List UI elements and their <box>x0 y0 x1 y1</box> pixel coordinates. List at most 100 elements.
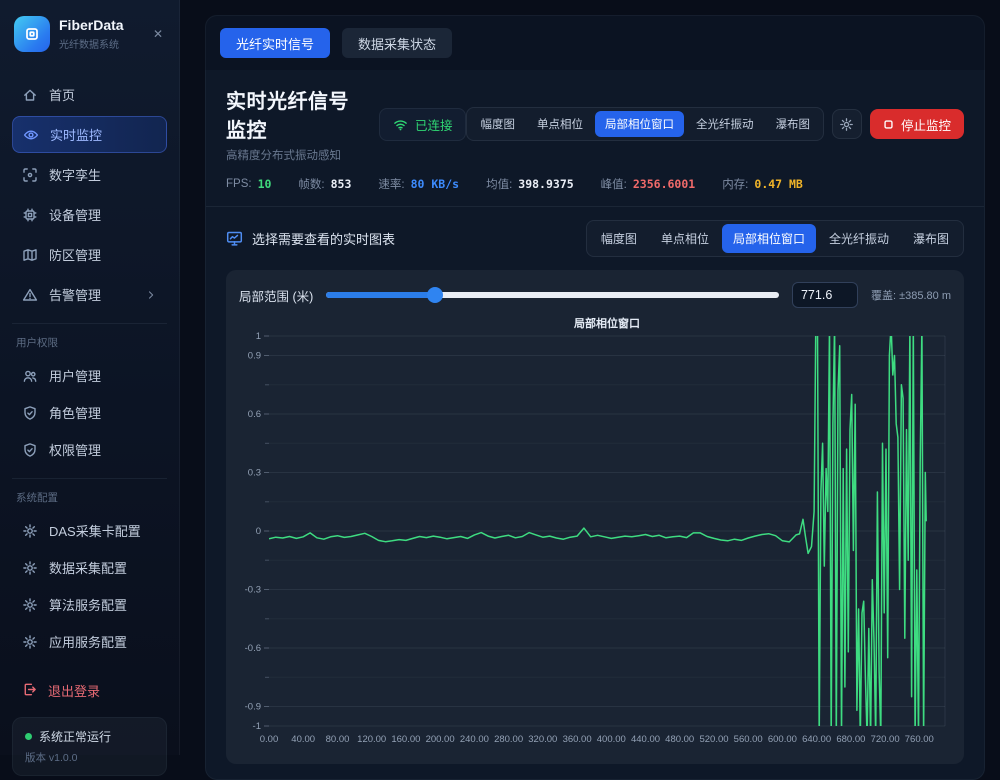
sidebar-section-title: 系统配置 <box>16 490 163 505</box>
app-subtitle: 光纤数据系统 <box>59 36 124 51</box>
tab-数据采集状态[interactable]: 数据采集状态 <box>342 28 452 58</box>
sidebar-item-告警管理[interactable]: 告警管理 <box>12 276 167 313</box>
logout-label: 退出登录 <box>48 681 100 700</box>
sidebar-item-label: 实时监控 <box>50 125 102 144</box>
range-slider-row: 局部范围 (米) 覆盖: ±385.80 m <box>239 280 951 310</box>
view-option-单点相位[interactable]: 单点相位 <box>527 111 593 137</box>
sidebar-item-label: 角色管理 <box>49 403 101 422</box>
stat-label: 帧数: <box>298 176 324 192</box>
svg-text:360.00: 360.00 <box>563 734 592 745</box>
sidebar-item-label: DAS采集卡配置 <box>49 521 141 540</box>
sidebar-item-设备管理[interactable]: 设备管理 <box>12 196 167 233</box>
system-status-card: 系统正常运行 版本 v1.0.0 <box>12 717 167 776</box>
header-actions: 幅度图单点相位局部相位窗口全光纤振动瀑布图 <box>466 107 964 141</box>
map-icon <box>22 247 38 263</box>
view-option-幅度图[interactable]: 幅度图 <box>590 224 648 253</box>
svg-text:-0.3: -0.3 <box>245 585 261 596</box>
sidebar-item-算法服务配置[interactable]: 算法服务配置 <box>12 586 167 623</box>
tab-光纤实时信号[interactable]: 光纤实时信号 <box>220 28 330 58</box>
chip-icon <box>22 207 38 223</box>
svg-text:-0.9: -0.9 <box>245 702 261 713</box>
stat-label: FPS: <box>226 178 252 190</box>
sidebar-item-权限管理[interactable]: 权限管理 <box>12 431 167 468</box>
chart-select-row: 选择需要查看的实时图表 幅度图单点相位局部相位窗口全光纤振动瀑布图 <box>226 220 964 257</box>
title-block: 实时光纤信号监控 高精度分布式振动感知 <box>226 85 363 163</box>
sidebar-item-角色管理[interactable]: 角色管理 <box>12 394 167 431</box>
gear-icon <box>22 523 38 539</box>
coverage-label: 覆盖: ±385.80 m <box>871 287 951 303</box>
svg-text:520.00: 520.00 <box>699 734 728 745</box>
view-option-瀑布图[interactable]: 瀑布图 <box>765 111 820 137</box>
stat-value: 2356.6001 <box>633 177 695 191</box>
sidebar-item-数字孪生[interactable]: 数字孪生 <box>12 156 167 193</box>
app-logo-chip-icon <box>14 16 50 52</box>
svg-text:320.00: 320.00 <box>528 734 557 745</box>
status-text: 系统正常运行 <box>39 728 111 745</box>
stop-monitoring-button[interactable]: 停止监控 <box>870 109 964 139</box>
logout-button[interactable]: 退出登录 <box>12 672 167 709</box>
view-switcher-main: 幅度图单点相位局部相位窗口全光纤振动瀑布图 <box>586 220 964 257</box>
home-icon <box>22 87 38 103</box>
svg-text:0.00: 0.00 <box>260 734 279 745</box>
sidebar-item-应用服务配置[interactable]: 应用服务配置 <box>12 623 167 660</box>
monitor-chart-icon <box>226 230 243 247</box>
stop-icon <box>883 119 894 130</box>
sidebar-item-实时监控[interactable]: 实时监控 <box>12 116 167 153</box>
range-slider[interactable] <box>326 287 779 303</box>
sidebar-item-防区管理[interactable]: 防区管理 <box>12 236 167 273</box>
svg-text:80.00: 80.00 <box>326 734 350 745</box>
alert-icon <box>22 287 38 303</box>
sidebar-item-label: 数据采集配置 <box>49 558 127 577</box>
sidebar-item-用户管理[interactable]: 用户管理 <box>12 357 167 394</box>
logout-icon <box>22 682 37 700</box>
view-option-局部相位窗口[interactable]: 局部相位窗口 <box>722 224 816 253</box>
divider <box>12 323 167 324</box>
view-option-单点相位[interactable]: 单点相位 <box>650 224 720 253</box>
sidebar-close-icon[interactable]: ✕ <box>151 25 165 43</box>
stat-label: 峰值: <box>601 176 627 192</box>
brand-block: FiberData 光纤数据系统 <box>59 17 124 51</box>
view-option-全光纤振动[interactable]: 全光纤振动 <box>686 111 764 137</box>
sidebar-item-label: 数字孪生 <box>49 165 101 184</box>
sidebar-item-label: 设备管理 <box>49 205 101 224</box>
slider-thumb[interactable] <box>427 287 443 303</box>
sidebar-item-首页[interactable]: 首页 <box>12 76 167 113</box>
connection-badge: 已连接 <box>379 108 467 141</box>
svg-text:局部相位窗口: 局部相位窗口 <box>573 316 640 330</box>
divider <box>206 206 984 207</box>
svg-text:-1: -1 <box>253 721 261 732</box>
header-row: 实时光纤信号监控 高精度分布式振动感知 已连接 幅度图单点相位局部相位窗口全光纤… <box>226 85 964 163</box>
svg-text:0.6: 0.6 <box>248 409 261 420</box>
settings-button[interactable] <box>832 109 862 139</box>
gear-icon <box>22 634 38 650</box>
view-option-局部相位窗口[interactable]: 局部相位窗口 <box>595 111 684 137</box>
stat-label: 速率: <box>378 176 404 192</box>
svg-text:640.00: 640.00 <box>802 734 831 745</box>
stat-label: 内存: <box>722 176 748 192</box>
svg-text:440.00: 440.00 <box>631 734 660 745</box>
view-option-瀑布图[interactable]: 瀑布图 <box>902 224 960 253</box>
svg-text:200.00: 200.00 <box>426 734 455 745</box>
stat-value: 398.9375 <box>518 177 573 191</box>
range-value-input[interactable] <box>792 282 858 308</box>
stat-FPS: FPS:10 <box>226 177 271 191</box>
shield-icon <box>22 405 38 421</box>
svg-text:-0.6: -0.6 <box>245 643 261 654</box>
svg-text:1: 1 <box>256 331 261 342</box>
svg-text:240.00: 240.00 <box>460 734 489 745</box>
slider-fill <box>326 292 435 298</box>
sidebar-item-数据采集配置[interactable]: 数据采集配置 <box>12 549 167 586</box>
view-option-幅度图[interactable]: 幅度图 <box>470 111 525 137</box>
svg-text:160.00: 160.00 <box>391 734 420 745</box>
svg-text:120.00: 120.00 <box>357 734 386 745</box>
sidebar-item-label: 用户管理 <box>49 366 101 385</box>
app-name: FiberData <box>59 17 124 34</box>
svg-text:0: 0 <box>256 526 261 537</box>
phase-window-chart: 局部相位窗口10.90.60.30-0.3-0.6-0.9-10.0040.00… <box>239 316 951 758</box>
view-option-全光纤振动[interactable]: 全光纤振动 <box>818 224 900 253</box>
gear-icon <box>22 597 38 613</box>
sidebar-item-DAS采集卡配置[interactable]: DAS采集卡配置 <box>12 512 167 549</box>
sidebar-item-label: 算法服务配置 <box>49 595 127 614</box>
sidebar-section-title: 用户权限 <box>16 335 163 350</box>
stat-value: 853 <box>331 177 352 191</box>
